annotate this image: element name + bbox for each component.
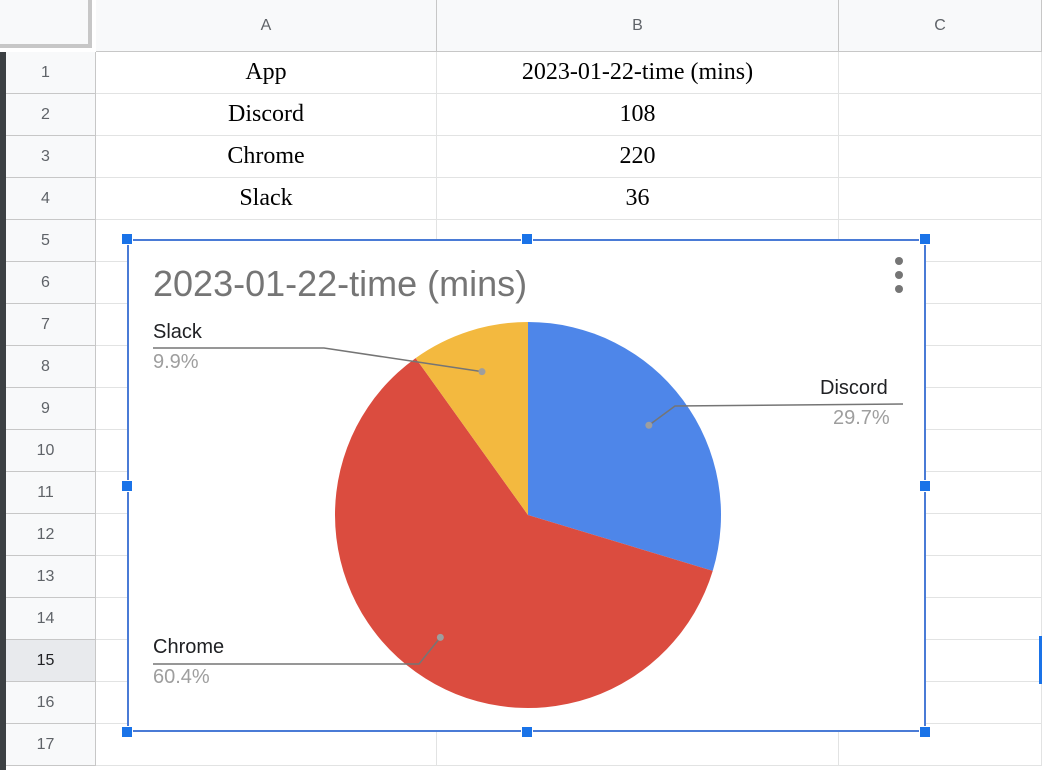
pct-slack: 9.9% xyxy=(153,351,199,373)
cell-c4[interactable] xyxy=(839,178,1042,220)
cell-c3[interactable] xyxy=(839,136,1042,178)
spreadsheet-grid: A B C 1 2 3 4 5 6 7 8 9 10 11 12 13 14 1… xyxy=(0,0,1042,770)
leader-dot-slack xyxy=(478,368,486,376)
leader-dot-chrome xyxy=(436,633,444,641)
cell-c2[interactable] xyxy=(839,94,1042,136)
row-header-4[interactable]: 4 xyxy=(0,178,96,220)
resize-handle-bottom-left[interactable] xyxy=(121,726,133,738)
resize-handle-left[interactable] xyxy=(121,480,133,492)
select-all-corner[interactable] xyxy=(0,0,92,48)
cell-b1[interactable]: 2023-01-22-time (mins) xyxy=(437,52,839,94)
pie-chart[interactable]: 2023-01-22-time (mins) Slack 9.9% Discor… xyxy=(127,239,926,732)
cell-a4[interactable]: Slack xyxy=(96,178,437,220)
row-header-1[interactable]: 1 xyxy=(0,52,96,94)
row-header-11[interactable]: 11 xyxy=(0,472,96,514)
cell-b2[interactable]: 108 xyxy=(437,94,839,136)
row-header-8[interactable]: 8 xyxy=(0,346,96,388)
leader-dot-discord xyxy=(645,421,653,429)
row-header-16[interactable]: 16 xyxy=(0,682,96,724)
resize-handle-bottom-right[interactable] xyxy=(919,726,931,738)
window-left-edge xyxy=(0,52,6,770)
row-header-3[interactable]: 3 xyxy=(0,136,96,178)
label-chrome: Chrome xyxy=(153,636,225,658)
resize-handle-top-right[interactable] xyxy=(919,233,931,245)
row-header-15[interactable]: 15 xyxy=(0,640,96,682)
pct-discord: 29.7% xyxy=(833,407,890,429)
column-header-c[interactable]: C xyxy=(839,0,1042,52)
pct-chrome: 60.4% xyxy=(153,666,210,688)
label-slack: Slack xyxy=(153,321,202,343)
row-header-13[interactable]: 13 xyxy=(0,556,96,598)
row-header-9[interactable]: 9 xyxy=(0,388,96,430)
row-header-14[interactable]: 14 xyxy=(0,598,96,640)
row-header-6[interactable]: 6 xyxy=(0,262,96,304)
cell-a2[interactable]: Discord xyxy=(96,94,437,136)
row-header-5[interactable]: 5 xyxy=(0,220,96,262)
column-header-b[interactable]: B xyxy=(437,0,839,52)
row-header-7[interactable]: 7 xyxy=(0,304,96,346)
row-header-17[interactable]: 17 xyxy=(0,724,96,766)
row-header-10[interactable]: 10 xyxy=(0,430,96,472)
cell-a1[interactable]: App xyxy=(96,52,437,94)
cell-b4[interactable]: 36 xyxy=(437,178,839,220)
pie-chart-plot xyxy=(153,322,904,708)
row-header-12[interactable]: 12 xyxy=(0,514,96,556)
resize-handle-top[interactable] xyxy=(521,233,533,245)
row-header-2[interactable]: 2 xyxy=(0,94,96,136)
cell-a3[interactable]: Chrome xyxy=(96,136,437,178)
cell-c1[interactable] xyxy=(839,52,1042,94)
label-discord: Discord xyxy=(820,377,888,399)
resize-handle-top-left[interactable] xyxy=(121,233,133,245)
column-header-a[interactable]: A xyxy=(96,0,437,52)
cell-b3[interactable]: 220 xyxy=(437,136,839,178)
resize-handle-right[interactable] xyxy=(919,480,931,492)
resize-handle-bottom[interactable] xyxy=(521,726,533,738)
